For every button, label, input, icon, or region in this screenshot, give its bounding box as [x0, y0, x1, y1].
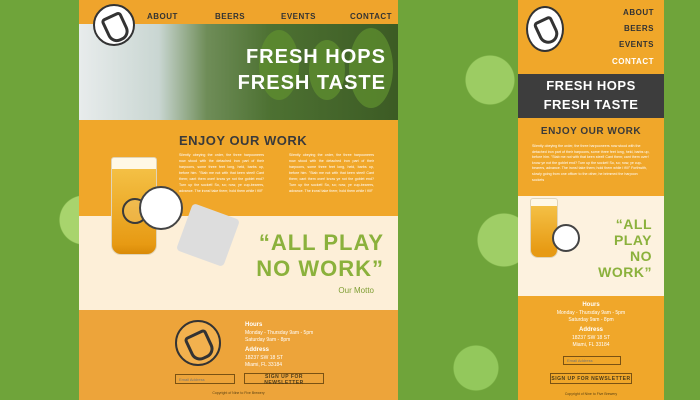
mobile-nav-beers[interactable]: BEERS: [624, 24, 654, 33]
mobile-address-label: Address: [578, 327, 603, 333]
nav-about[interactable]: ABOUT: [147, 12, 178, 21]
address-label: Address: [245, 347, 270, 353]
beer-glass-icon: [530, 198, 558, 258]
hero-headline-line-2: FRESH TASTE: [237, 72, 386, 94]
nav-events[interactable]: EVENTS: [281, 12, 316, 21]
mobile-hours-line-1: Monday - Thursday 9am - 5pm: [556, 310, 626, 316]
mobile-newsletter-signup-button[interactable]: SIGN UP FOR NEWSLETTER: [550, 373, 632, 384]
section-title: ENJOY OUR WORK: [179, 133, 308, 148]
email-field[interactable]: [175, 374, 235, 384]
brewery-emblem-icon: [175, 320, 221, 366]
hours-line-1: Monday - Thursday 9am - 5pm: [245, 330, 314, 336]
motto-caption: Our Motto: [338, 286, 374, 295]
mobile-section-paragraph: Silently obeying the order, the three ha…: [532, 144, 650, 182]
hours-label: Hours: [245, 322, 263, 328]
coaster-icon: [139, 186, 183, 230]
mobile-motto-line-1: “ALL: [615, 216, 652, 232]
mobile-motto-line-3: NO: [630, 248, 652, 264]
brewery-emblem-icon[interactable]: [93, 4, 135, 46]
hops-background-right: [664, 0, 700, 400]
footer: [79, 310, 398, 400]
address-line-1: 18237 SW 18 ST: [245, 355, 284, 361]
motto-line-2: NO WORK”: [256, 256, 384, 281]
mobile-email-field[interactable]: [563, 356, 621, 365]
desktop-mockup: ABOUT BEERS EVENTS CONTACT FRESH HOPS FR…: [79, 0, 398, 400]
hero-headline-line-1: FRESH HOPS: [245, 46, 386, 68]
mobile-nav-contact[interactable]: CONTACT: [612, 57, 654, 66]
mobile-motto-line-2: PLAY: [613, 232, 652, 248]
brewery-emblem-icon[interactable]: [526, 6, 564, 52]
address-line-2: Miami, FL 33184: [245, 362, 283, 368]
mobile-hours-label: Hours: [582, 302, 600, 308]
mobile-copyright-text: Copyright of Nine to Five Brewery: [564, 392, 618, 396]
section-paragraph-right: Silently obeying the order, the three ha…: [289, 153, 374, 193]
mobile-address-line-1: 18237 SW 18 ST: [571, 335, 611, 341]
mobile-nav-events[interactable]: EVENTS: [619, 40, 654, 49]
mobile-hero-line-2: FRESH TASTE: [543, 97, 639, 112]
section-paragraph-left: Silently obeying the order, the three ha…: [179, 153, 264, 193]
nav-beers[interactable]: BEERS: [215, 12, 245, 21]
motto-line-1: “ALL PLAY: [258, 230, 384, 255]
copyright-text: Copyright of Nine to Five Brewery: [212, 391, 265, 395]
mobile-hours-line-2: Saturday 9am - 8pm: [568, 317, 614, 323]
nav-contact[interactable]: CONTACT: [350, 12, 392, 21]
mobile-nav-about[interactable]: ABOUT: [623, 8, 654, 17]
mobile-address-line-2: Miami, FL 33184: [572, 342, 610, 348]
hops-background-middle: [398, 0, 518, 400]
mobile-mockup: ABOUT BEERS EVENTS CONTACT FRESH HOPS FR…: [518, 0, 664, 400]
mobile-motto-line-4: WORK”: [598, 264, 652, 280]
hours-line-2: Saturday 9am - 8pm: [245, 337, 291, 343]
mobile-section-title: ENJOY OUR WORK: [540, 126, 642, 137]
hops-background-left: [0, 0, 79, 400]
newsletter-signup-button[interactable]: SIGN UP FOR NEWSLETTER: [244, 373, 324, 386]
coaster-icon: [552, 224, 580, 252]
mobile-hero-line-1: FRESH HOPS: [546, 78, 636, 93]
